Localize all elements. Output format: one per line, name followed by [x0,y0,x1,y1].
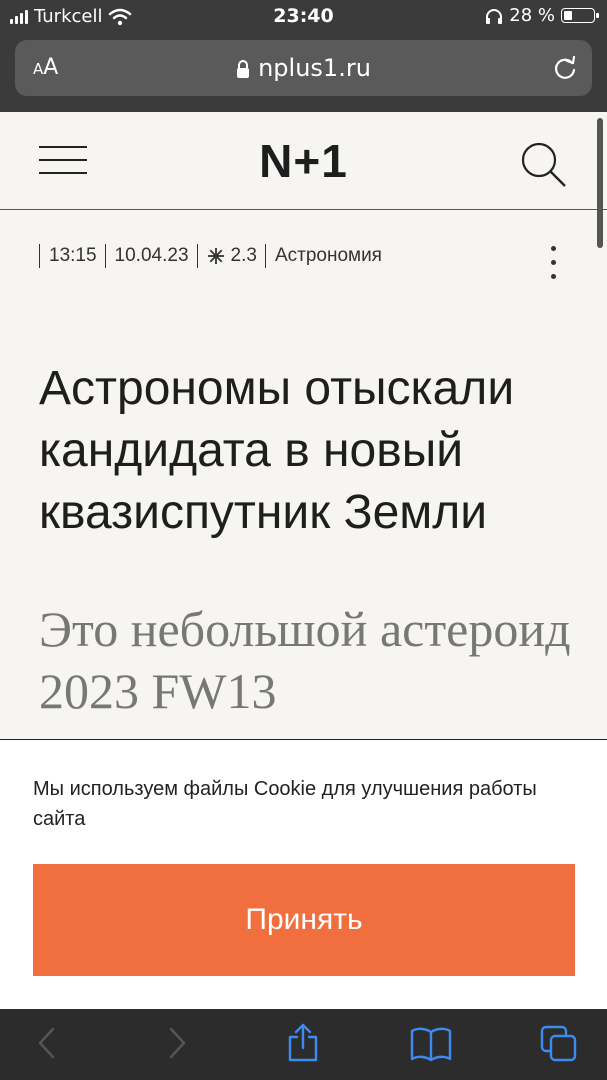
status-bar: Turkcell 23:40 28 % [0,0,607,34]
bookmarks-icon[interactable] [410,1026,452,1062]
address-bar[interactable]: AA nplus1.ru [15,40,592,96]
page-scrollbar[interactable] [597,118,603,248]
browser-toolbar [0,1009,607,1080]
headphones-icon [486,8,503,24]
site-logo[interactable]: N+1 [0,134,607,188]
article-date-text: 10.04.23 [114,245,189,266]
url-text: nplus1.ru [258,54,371,82]
url-display[interactable]: nplus1.ru [15,54,592,82]
article-title: Астрономы отыскали кандидата в новый ква… [39,362,515,539]
cookie-text: Мы используем файлы Cookie для улучшения… [33,778,537,830]
article-category[interactable]: Астрономия [264,244,390,268]
back-icon[interactable] [34,1025,60,1061]
search-icon[interactable] [519,140,567,188]
battery-level-fill [564,11,572,20]
article-time: 13:15 [39,244,105,268]
browser-address-area: AA nplus1.ru [0,34,607,112]
site-header: N+1 [0,112,607,210]
lock-icon [237,60,250,78]
article-difficulty: 2.3 [196,244,265,268]
article-difficulty-text: 2.3 [230,245,257,266]
more-options-icon[interactable] [551,246,559,288]
status-right: 28 % [485,5,599,26]
tabs-icon[interactable] [540,1025,578,1063]
accept-cookies-button[interactable]: Принять [33,864,575,976]
article-subtitle: Это небольшой астероид 2023 FW13 [39,601,571,719]
reload-icon[interactable] [552,55,578,81]
share-icon[interactable] [286,1023,320,1063]
article-meta: 13:15 10.04.23 2.3 Астрономия [39,244,390,268]
article-category-text: Астрономия [274,245,382,266]
forward-icon[interactable] [164,1025,190,1061]
article-date: 10.04.23 [104,244,197,268]
article-time-text: 13:15 [49,245,97,266]
battery-percentage: 28 % [509,5,555,26]
asterisk-icon [207,248,224,264]
battery-icon [561,8,599,23]
cookie-banner: Мы используем файлы Cookie для улучшения… [0,739,607,1010]
